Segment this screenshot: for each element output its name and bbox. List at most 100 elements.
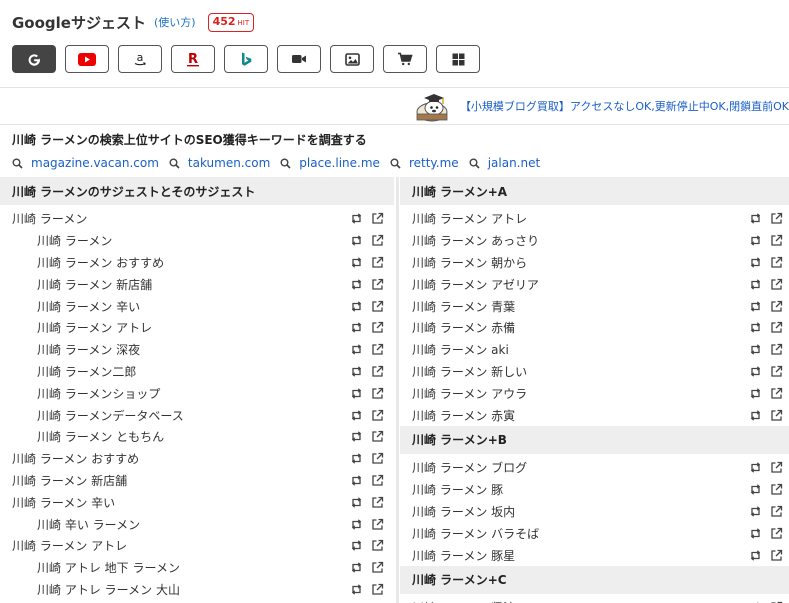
- repeat-icon[interactable]: [749, 212, 762, 225]
- suggest-keyword[interactable]: 川崎 ラーメン 辛い: [37, 298, 350, 315]
- suggest-row[interactable]: 川崎 辛い ラーメン: [0, 513, 394, 535]
- suggest-row[interactable]: 川崎 ラーメン ともちん: [0, 426, 394, 448]
- external-link-icon[interactable]: [371, 452, 384, 465]
- suggest-keyword[interactable]: 川崎 ラーメン 坂内: [412, 503, 749, 520]
- suggest-keyword[interactable]: 川崎 アトレ 地下 ラーメン: [37, 559, 350, 576]
- repeat-icon[interactable]: [749, 343, 762, 356]
- suggest-row[interactable]: 川崎 ラーメン ブログ: [400, 457, 789, 479]
- ad-banner[interactable]: 【小規模ブログ買取】アクセスなしOK,更新停止中OK,閉鎖直前OK: [412, 90, 789, 122]
- repeat-icon[interactable]: [749, 549, 762, 562]
- engine-amazon-button[interactable]: a: [118, 45, 162, 73]
- engine-shopping-button[interactable]: [383, 45, 427, 73]
- external-link-icon[interactable]: [371, 583, 384, 596]
- engine-apps-button[interactable]: [436, 45, 480, 73]
- repeat-icon[interactable]: [350, 452, 363, 465]
- external-link-icon[interactable]: [371, 496, 384, 509]
- suggest-keyword[interactable]: 川崎 ラーメン 赤寅: [412, 407, 749, 424]
- external-link-icon[interactable]: [770, 300, 783, 313]
- suggest-row[interactable]: 川崎 ラーメン 醤油: [400, 597, 789, 603]
- external-link-icon[interactable]: [371, 409, 384, 422]
- repeat-icon[interactable]: [350, 518, 363, 531]
- suggest-keyword[interactable]: 川崎 ラーメン 深夜: [37, 341, 350, 358]
- suggest-keyword[interactable]: 川崎 ラーメン: [12, 210, 350, 227]
- repeat-icon[interactable]: [350, 474, 363, 487]
- suggest-row[interactable]: 川崎 ラーメン 深夜: [0, 339, 394, 361]
- suggest-row[interactable]: 川崎 ラーメン 坂内: [400, 501, 789, 523]
- suggest-keyword[interactable]: 川崎 ラーメン アゼリア: [412, 276, 749, 293]
- repeat-icon[interactable]: [749, 300, 762, 313]
- external-link-icon[interactable]: [371, 256, 384, 269]
- repeat-icon[interactable]: [350, 212, 363, 225]
- external-link-icon[interactable]: [770, 234, 783, 247]
- suggest-row[interactable]: 川崎 ラーメン 朝から: [400, 252, 789, 274]
- external-link-icon[interactable]: [770, 278, 783, 291]
- external-link-icon[interactable]: [770, 527, 783, 540]
- howto-link[interactable]: (使い方): [154, 14, 196, 30]
- repeat-icon[interactable]: [350, 256, 363, 269]
- suggest-keyword[interactable]: 川崎 ラーメン アトレ: [12, 537, 350, 554]
- engine-video-button[interactable]: [277, 45, 321, 73]
- external-link-icon[interactable]: [770, 387, 783, 400]
- external-link-icon[interactable]: [371, 234, 384, 247]
- suggest-keyword[interactable]: 川崎 辛い ラーメン: [37, 516, 350, 533]
- external-link-icon[interactable]: [371, 365, 384, 378]
- suggest-row[interactable]: 川崎 ラーメン: [0, 230, 394, 252]
- suggest-row[interactable]: 川崎 ラーメン アゼリア: [400, 273, 789, 295]
- suggest-keyword[interactable]: 川崎 ラーメン 赤備: [412, 319, 749, 336]
- external-link-icon[interactable]: [371, 300, 384, 313]
- suggest-keyword[interactable]: 川崎 ラーメン おすすめ: [37, 254, 350, 271]
- repeat-icon[interactable]: [749, 256, 762, 269]
- suggest-keyword[interactable]: 川崎 ラーメン ともちん: [37, 428, 350, 445]
- site-link[interactable]: jalan.net: [469, 156, 540, 170]
- suggest-keyword[interactable]: 川崎 ラーメン おすすめ: [12, 450, 350, 467]
- suggest-keyword[interactable]: 川崎 ラーメン あっさり: [412, 232, 749, 249]
- repeat-icon[interactable]: [350, 321, 363, 334]
- suggest-keyword[interactable]: 川崎 ラーメンデータベース: [37, 407, 350, 424]
- suggest-row[interactable]: 川崎 ラーメン バラそば: [400, 522, 789, 544]
- external-link-icon[interactable]: [770, 461, 783, 474]
- repeat-icon[interactable]: [350, 365, 363, 378]
- suggest-row[interactable]: 川崎 ラーメン 新店舗: [0, 470, 394, 492]
- external-link-icon[interactable]: [770, 212, 783, 225]
- suggest-row[interactable]: 川崎 ラーメン 赤備: [400, 317, 789, 339]
- repeat-icon[interactable]: [749, 409, 762, 422]
- repeat-icon[interactable]: [749, 461, 762, 474]
- suggest-keyword[interactable]: 川崎 ラーメン 新しい: [412, 363, 749, 380]
- repeat-icon[interactable]: [749, 321, 762, 334]
- repeat-icon[interactable]: [749, 365, 762, 378]
- suggest-row[interactable]: 川崎 ラーメン 赤寅: [400, 404, 789, 426]
- external-link-icon[interactable]: [770, 409, 783, 422]
- suggest-row[interactable]: 川崎 ラーメン aki: [400, 339, 789, 361]
- external-link-icon[interactable]: [371, 321, 384, 334]
- engine-rakuten-button[interactable]: R: [171, 45, 215, 73]
- suggest-keyword[interactable]: 川崎 ラーメン 朝から: [412, 254, 749, 271]
- suggest-row[interactable]: 川崎 ラーメン 豚: [400, 479, 789, 501]
- suggest-row[interactable]: 川崎 ラーメン 辛い: [0, 295, 394, 317]
- suggest-keyword[interactable]: 川崎 ラーメン ブログ: [412, 459, 749, 476]
- suggest-keyword[interactable]: 川崎 ラーメン二郎: [37, 363, 350, 380]
- repeat-icon[interactable]: [749, 483, 762, 496]
- repeat-icon[interactable]: [350, 539, 363, 552]
- suggest-keyword[interactable]: 川崎 ラーメン バラそば: [412, 525, 749, 542]
- external-link-icon[interactable]: [371, 474, 384, 487]
- external-link-icon[interactable]: [770, 321, 783, 334]
- repeat-icon[interactable]: [350, 278, 363, 291]
- suggest-keyword[interactable]: 川崎 ラーメン 豚星: [412, 547, 749, 564]
- suggest-keyword[interactable]: 川崎 ラーメン アトレ: [37, 319, 350, 336]
- suggest-keyword[interactable]: 川崎 ラーメン 醤油: [412, 599, 749, 603]
- repeat-icon[interactable]: [350, 583, 363, 596]
- suggest-keyword[interactable]: 川崎 アトレ ラーメン 大山: [37, 581, 350, 598]
- suggest-keyword[interactable]: 川崎 ラーメン aki: [412, 341, 749, 358]
- site-link[interactable]: retty.me: [390, 156, 459, 170]
- suggest-keyword[interactable]: 川崎 ラーメンショップ: [37, 385, 350, 402]
- repeat-icon[interactable]: [749, 234, 762, 247]
- suggest-row[interactable]: 川崎 ラーメン: [0, 208, 394, 230]
- external-link-icon[interactable]: [371, 212, 384, 225]
- suggest-row[interactable]: 川崎 ラーメン アウラ: [400, 382, 789, 404]
- suggest-keyword[interactable]: 川崎 ラーメン 新店舗: [37, 276, 350, 293]
- engine-bing-button[interactable]: [224, 45, 268, 73]
- engine-youtube-button[interactable]: [65, 45, 109, 73]
- suggest-keyword[interactable]: 川崎 ラーメン 辛い: [12, 494, 350, 511]
- external-link-icon[interactable]: [770, 549, 783, 562]
- repeat-icon[interactable]: [350, 387, 363, 400]
